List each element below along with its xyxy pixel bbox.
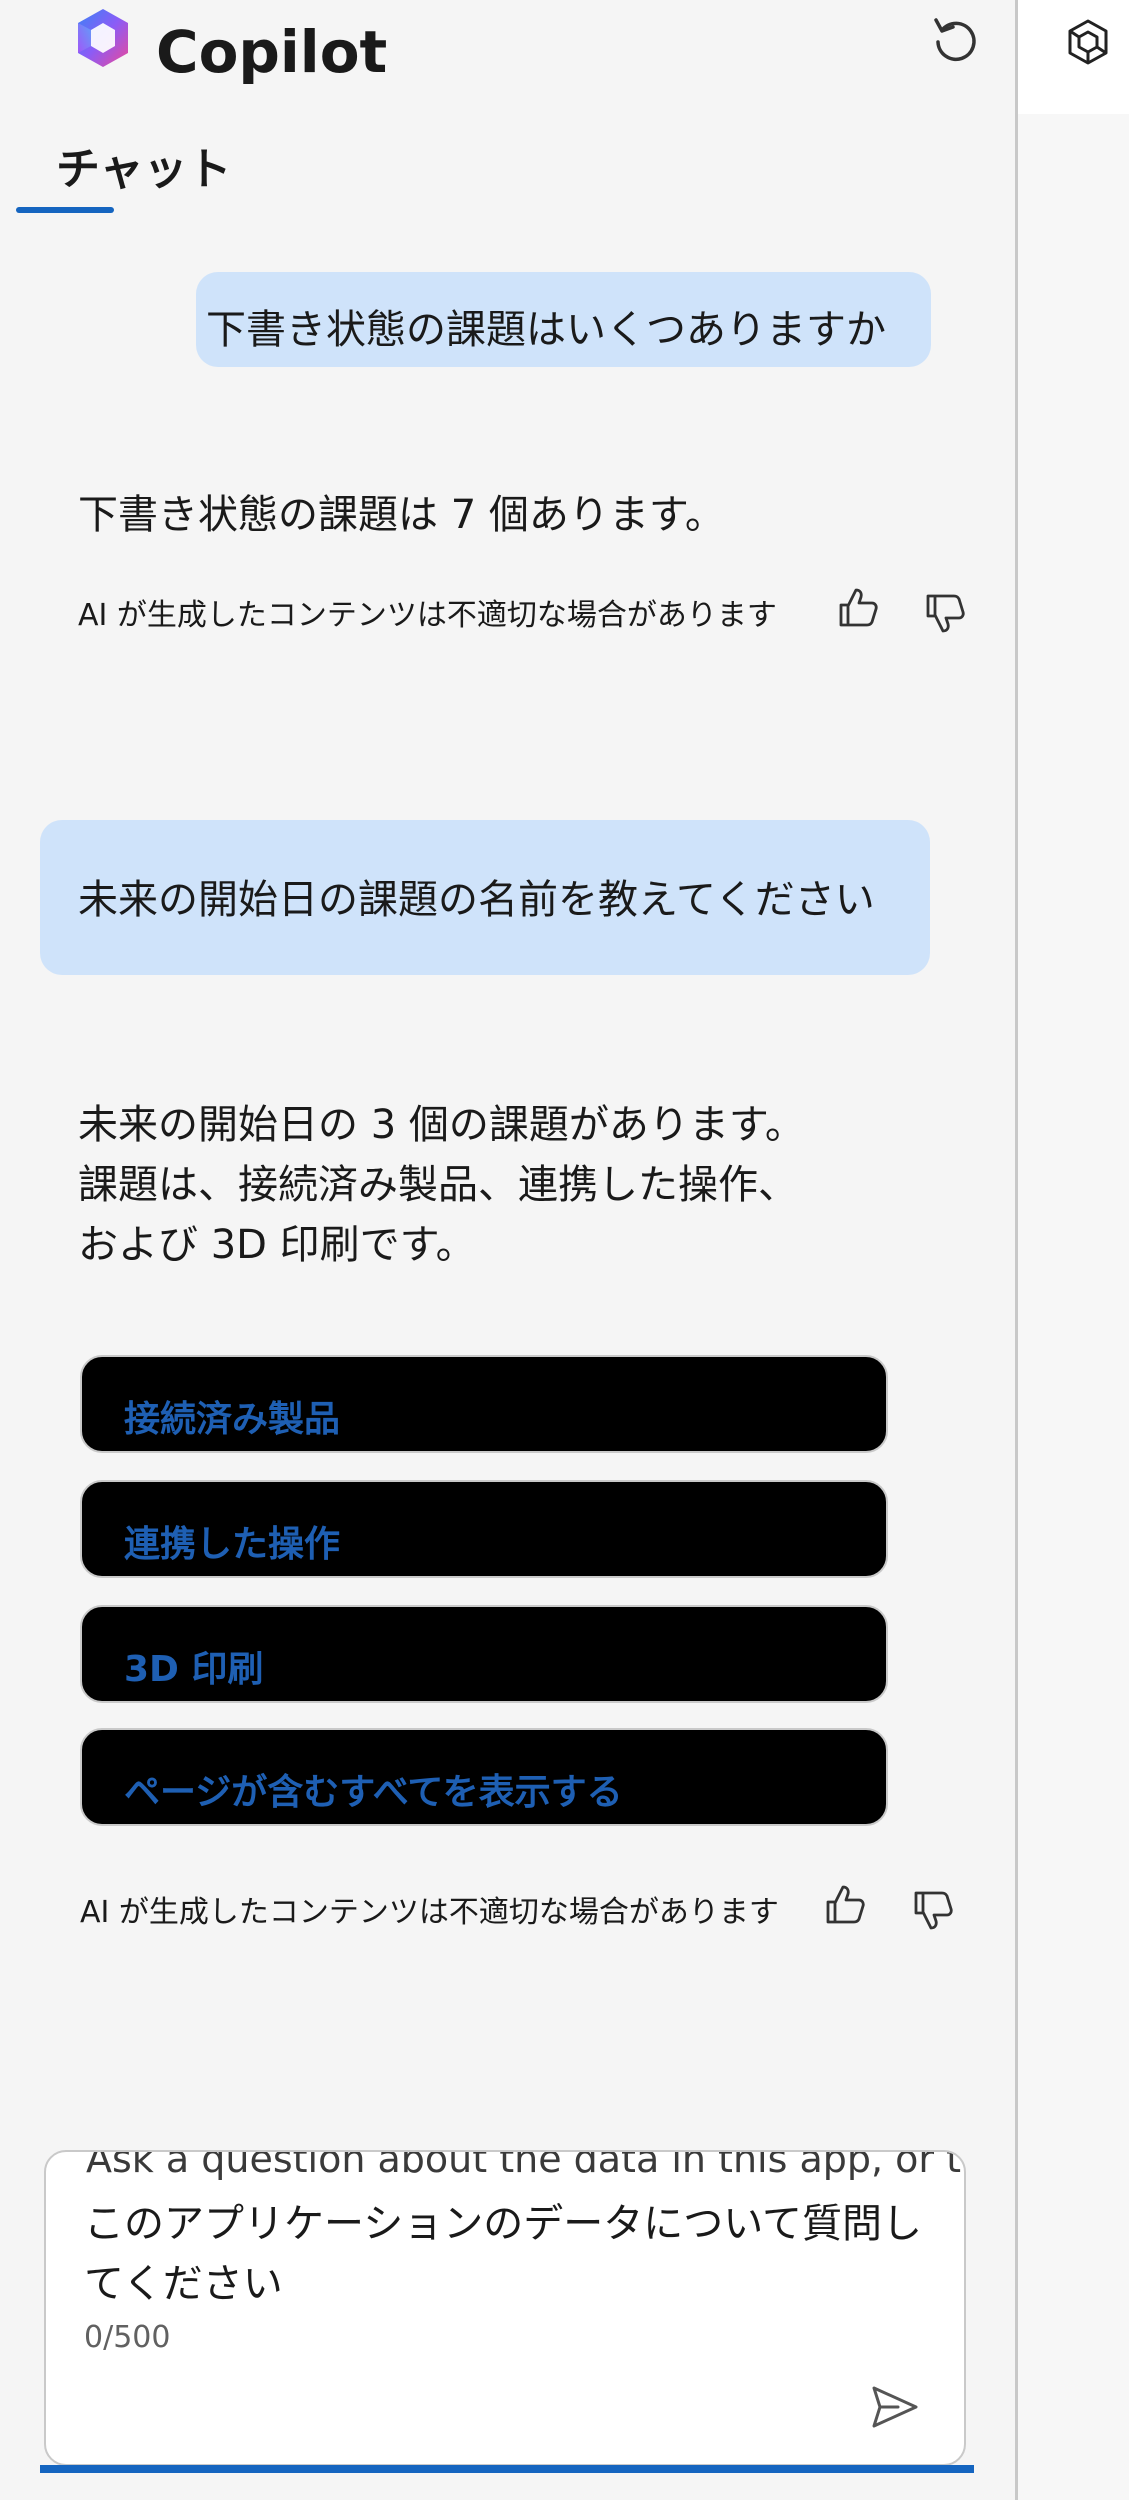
character-count: 0/500 bbox=[84, 2320, 171, 2355]
assistant-message-line: 課題は、接続済み製品、連携した操作、 bbox=[78, 1162, 798, 1208]
user-message-text: 下書き状態の課題はいくつありますか bbox=[206, 307, 886, 353]
app-title: Copilot bbox=[156, 18, 388, 86]
assistant-message: 未来の開始日の 3 個の課題があります。 課題は、接続済み製品、連携した操作、 … bbox=[78, 1095, 805, 1275]
send-icon[interactable] bbox=[868, 2380, 922, 2434]
thumbs-down-icon[interactable] bbox=[910, 1887, 956, 1933]
chat-input-box[interactable]: Ask a question about the data in this ap… bbox=[44, 2150, 966, 2466]
side-rail bbox=[1018, 0, 1129, 2500]
user-message: 下書き状態の課題はいくつありますか bbox=[196, 272, 931, 367]
assistant-message-line: 未来の開始日の 3 個の課題があります。 bbox=[78, 1102, 805, 1148]
user-message-text: 未来の開始日の課題の名前を教えてください bbox=[78, 877, 875, 923]
input-focus-underline bbox=[40, 2465, 974, 2473]
input-scrolled-text: Ask a question about the data in this ap… bbox=[86, 2150, 966, 2181]
user-message: 未来の開始日の課題の名前を教えてください bbox=[40, 820, 930, 975]
refresh-icon[interactable] bbox=[928, 12, 984, 68]
thumbs-up-icon[interactable] bbox=[835, 585, 881, 631]
copilot-rail-icon[interactable] bbox=[1064, 18, 1112, 66]
ai-disclaimer: AI が生成したコンテンツは不適切な場合があります bbox=[78, 598, 777, 633]
chat-input-placeholder[interactable]: このアプリケーションのデータについて質問してください bbox=[84, 2194, 944, 2314]
copilot-logo bbox=[78, 9, 128, 67]
assistant-message: 下書き状態の課題は 7 個あります。 bbox=[78, 492, 725, 538]
tab-chat[interactable]: チャット bbox=[56, 140, 232, 200]
thumbs-up-icon[interactable] bbox=[822, 1882, 868, 1928]
ai-disclaimer: AI が生成したコンテンツは不適切な場合があります bbox=[80, 1895, 779, 1930]
assistant-message-line: および 3D 印刷です。 bbox=[78, 1222, 476, 1268]
link-card-3d-printing[interactable]: 3D 印刷 bbox=[80, 1605, 888, 1703]
link-card-connected-products[interactable]: 接続済み製品 bbox=[80, 1355, 888, 1453]
tab-active-indicator bbox=[16, 207, 114, 213]
link-card-show-all[interactable]: ページが含むすべてを表示する bbox=[80, 1728, 888, 1826]
thumbs-down-icon[interactable] bbox=[922, 590, 968, 636]
link-card-linked-operations[interactable]: 連携した操作 bbox=[80, 1480, 888, 1578]
